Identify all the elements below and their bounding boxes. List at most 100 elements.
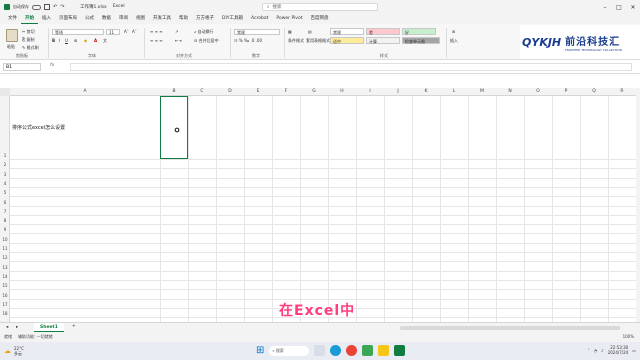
tab-3[interactable]: 页面布局 <box>55 14 81 24</box>
zoom-level[interactable]: 100% <box>623 334 634 339</box>
edge-icon[interactable] <box>330 345 342 356</box>
minimize-button[interactable]: – <box>598 0 612 14</box>
cell-style-0[interactable]: 常规 <box>330 28 364 35</box>
app-icon[interactable] <box>362 345 374 356</box>
undo-icon[interactable]: ↶ <box>53 4 57 10</box>
cell-style-1[interactable]: 差 <box>366 28 400 35</box>
tab-2[interactable]: 插入 <box>38 14 55 24</box>
weather-widget[interactable]: ☁ 22°C 多云 <box>4 346 24 356</box>
format-painter-button[interactable]: ✎ 格式刷 <box>22 45 39 51</box>
tab-0[interactable]: 文件 <box>4 14 21 24</box>
tab-7[interactable]: 视图 <box>132 14 149 24</box>
column-header-h[interactable]: H <box>328 89 356 94</box>
start-icon[interactable]: ⊞ <box>256 345 264 356</box>
column-header-l[interactable]: L <box>440 89 468 94</box>
copy-button[interactable]: ⎘ 复制 <box>22 37 34 43</box>
borders-icon[interactable]: ⊞ <box>74 38 77 43</box>
clock[interactable]: 22:53:30 2024/7/24 <box>608 345 629 355</box>
column-header-n[interactable]: N <box>496 89 524 94</box>
underline-button[interactable]: U <box>65 38 68 43</box>
fill-color-icon[interactable]: ◆ <box>84 38 87 43</box>
orientation-icon[interactable]: ↗ <box>175 29 178 34</box>
tab-9[interactable]: 帮助 <box>175 14 192 24</box>
column-header-o[interactable]: O <box>524 89 552 94</box>
chrome-icon[interactable] <box>346 345 358 356</box>
column-header-b[interactable]: B <box>160 89 188 94</box>
tab-5[interactable]: 数据 <box>98 14 115 24</box>
column-header-j[interactable]: J <box>384 89 412 94</box>
tab-10[interactable]: 方方格子 <box>192 14 218 24</box>
tab-14[interactable]: 百度网盘 <box>307 14 333 24</box>
indent-icon[interactable]: ⇤⇥ <box>175 38 182 43</box>
align-top-icon[interactable]: ≡ ≡ ≡ <box>150 29 163 34</box>
cut-button[interactable]: ✂ 剪切 <box>22 29 35 35</box>
tab-13[interactable]: Power Pivot <box>272 14 306 24</box>
italic-button[interactable]: I <box>59 38 60 43</box>
paste-icon[interactable] <box>6 29 18 42</box>
excel-taskbar-icon[interactable] <box>394 345 406 356</box>
bold-button[interactable]: B <box>52 38 55 43</box>
align-left-icon[interactable]: ≡ ≡ ≡ <box>150 38 163 43</box>
cell-style-3[interactable]: 适中 <box>330 37 364 44</box>
row-header-13[interactable]: 13 <box>0 265 10 270</box>
font-size-combo[interactable]: 11 <box>106 29 120 35</box>
network-icon[interactable]: ◔ <box>594 348 598 353</box>
column-header-p[interactable]: P <box>552 89 580 94</box>
row-header-16[interactable]: 16 <box>0 293 10 298</box>
number-format-icons[interactable]: ☷ % ‰ .0 .00 <box>234 38 262 43</box>
tray-chevron-icon[interactable]: ˄ <box>588 348 590 353</box>
column-header-q[interactable]: Q <box>580 89 608 94</box>
column-header-k[interactable]: K <box>412 89 440 94</box>
tab-12[interactable]: Acrobat <box>247 14 272 24</box>
cell-a1[interactable]: 排序公式excel怎么设置 <box>12 124 65 131</box>
tab-11[interactable]: DIY工具箱 <box>218 14 247 24</box>
column-header-g[interactable]: G <box>300 89 328 94</box>
font-name-combo[interactable]: 等线 <box>52 29 104 35</box>
row-header-17[interactable]: 17 <box>0 302 10 307</box>
tab-4[interactable]: 公式 <box>81 14 98 24</box>
autosave-toggle[interactable] <box>32 4 41 10</box>
column-header-r[interactable]: R <box>608 89 636 94</box>
tab-1[interactable]: 开始 <box>21 14 38 24</box>
task-view-icon[interactable] <box>314 345 326 356</box>
file-explorer-icon[interactable] <box>378 345 390 356</box>
sheet-nav-right-icon[interactable]: ▸ <box>16 325 18 330</box>
redo-icon[interactable]: ↷ <box>60 4 64 10</box>
row-header-5[interactable]: 5 <box>0 190 10 195</box>
row-header-15[interactable]: 15 <box>0 283 10 288</box>
notification-icon[interactable]: ▭ <box>632 348 636 353</box>
insert-cells-icon[interactable]: ⊞ <box>452 29 455 34</box>
paste-button[interactable]: 粘贴 <box>7 44 15 50</box>
cell-style-4[interactable]: 计算 <box>366 37 400 44</box>
name-box[interactable]: B1 <box>3 63 41 71</box>
row-header-8[interactable]: 8 <box>0 218 10 223</box>
column-header-d[interactable]: D <box>216 89 244 94</box>
vertical-scrollbar[interactable] <box>636 88 640 324</box>
tab-8[interactable]: 开发工具 <box>149 14 175 24</box>
conditional-format-button[interactable]: 条件格式 <box>288 38 304 44</box>
column-header-i[interactable]: I <box>356 89 384 94</box>
row-header-12[interactable]: 12 <box>0 255 10 260</box>
font-size-shrink-icon[interactable]: A˅ <box>132 29 137 34</box>
row-header-3[interactable]: 3 <box>0 172 10 177</box>
close-button[interactable]: ✕ <box>626 0 640 14</box>
row-header-11[interactable]: 11 <box>0 246 10 251</box>
add-sheet-button[interactable]: + <box>72 324 76 329</box>
row-header-14[interactable]: 14 <box>0 274 10 279</box>
font-color-icon[interactable]: A <box>94 38 97 43</box>
select-all-corner[interactable] <box>0 88 10 96</box>
tab-6[interactable]: 审阅 <box>115 14 132 24</box>
phonetic-icon[interactable]: 文 <box>103 38 107 44</box>
horizontal-scrollbar[interactable] <box>400 326 620 330</box>
fx-icon[interactable]: fx <box>50 63 54 68</box>
row-header-7[interactable]: 7 <box>0 209 10 214</box>
row-header-2[interactable]: 2 <box>0 162 10 167</box>
format-as-table-button[interactable]: 套用表格格式 <box>306 38 330 44</box>
taskbar-search[interactable]: ⌕ 搜索 <box>269 345 310 356</box>
column-header-e[interactable]: E <box>244 89 272 94</box>
maximize-button[interactable]: □ <box>612 0 626 14</box>
merge-center-button[interactable]: ⊟ 合并后居中 <box>194 38 219 44</box>
column-header-m[interactable]: M <box>468 89 496 94</box>
formula-input[interactable] <box>70 63 632 71</box>
row-header-10[interactable]: 10 <box>0 237 10 242</box>
